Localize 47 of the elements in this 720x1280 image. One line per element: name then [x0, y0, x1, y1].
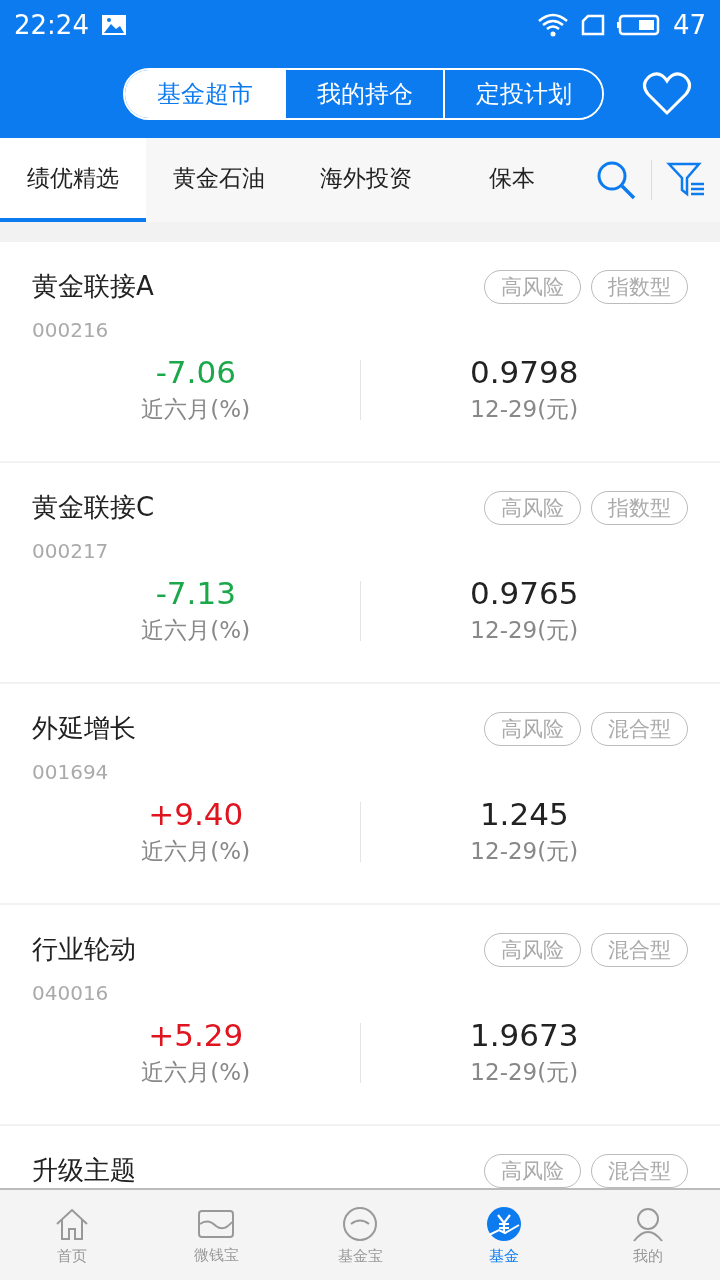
nav-tab[interactable]: 基金	[432, 1190, 576, 1280]
fund-card[interactable]: 升级主题 高风险 混合型	[0, 1126, 720, 1188]
status-time: 22:24	[14, 10, 89, 40]
change-label: 近六月(%)	[141, 1058, 251, 1087]
category-tab[interactable]: 保本	[438, 138, 585, 222]
fund-card[interactable]: 黄金联接C 高风险 指数型 000217 -7.13 近六月(%) 0.9765 12-29(元)	[0, 463, 720, 682]
six-month-change: +9.40	[148, 796, 244, 832]
image-icon	[100, 14, 127, 36]
segment-tab[interactable]: 基金超市	[125, 70, 284, 118]
fund-card[interactable]: 外延增长 高风险 混合型 001694 +9.40 近六月(%) 1.245 12-29(元)	[0, 684, 720, 903]
net-value-label: 12-29(元)	[470, 395, 579, 424]
fund-name: 外延增长	[32, 712, 136, 745]
yen-coin-icon	[485, 1204, 523, 1243]
search-icon[interactable]	[595, 159, 637, 201]
battery-level: 47	[672, 10, 706, 40]
net-value: 1.245	[479, 796, 569, 832]
change-label: 近六月(%)	[141, 616, 251, 645]
net-value: 0.9765	[470, 575, 579, 611]
fund-name: 黄金联接A	[32, 270, 154, 303]
change-label: 近六月(%)	[141, 395, 251, 424]
fund-name: 升级主题	[32, 1154, 136, 1187]
battery-icon	[616, 14, 661, 36]
net-value-label: 12-29(元)	[470, 837, 579, 866]
heart-icon[interactable]	[642, 72, 692, 116]
change-label: 近六月(%)	[141, 837, 251, 866]
wifi-icon	[536, 12, 569, 38]
fund-card[interactable]: 行业轮动 高风险 混合型 040016 +5.29 近六月(%) 1.9673 12-29(元)	[0, 905, 720, 1124]
net-value-label: 12-29(元)	[470, 1058, 579, 1087]
net-value-label: 12-29(元)	[470, 616, 579, 645]
net-value: 1.9673	[470, 1017, 579, 1053]
sim-card-icon	[580, 14, 605, 36]
coin-icon	[341, 1204, 379, 1243]
category-tab[interactable]: 黄金石油	[146, 138, 293, 222]
six-month-change: -7.06	[155, 354, 236, 390]
six-month-change: +5.29	[148, 1017, 244, 1053]
six-month-change: -7.13	[155, 575, 236, 611]
fund-code: 001694	[32, 760, 110, 784]
fund-code: 000216	[32, 318, 110, 342]
category-tab[interactable]: 绩优精选	[0, 138, 147, 222]
category-tab[interactable]: 海外投资	[292, 138, 439, 222]
fund-name: 黄金联接C	[32, 491, 155, 524]
fund-code: 040016	[32, 981, 110, 1005]
fund-card[interactable]: 黄金联接A 高风险 指数型 000216 -7.06 近六月(%) 0.9798 12-29(元)	[0, 242, 720, 461]
net-value: 0.9798	[470, 354, 579, 390]
segment-tab[interactable]: 定投计划	[443, 70, 602, 118]
fund-code: 000217	[32, 539, 110, 563]
fund-name: 行业轮动	[32, 933, 136, 966]
